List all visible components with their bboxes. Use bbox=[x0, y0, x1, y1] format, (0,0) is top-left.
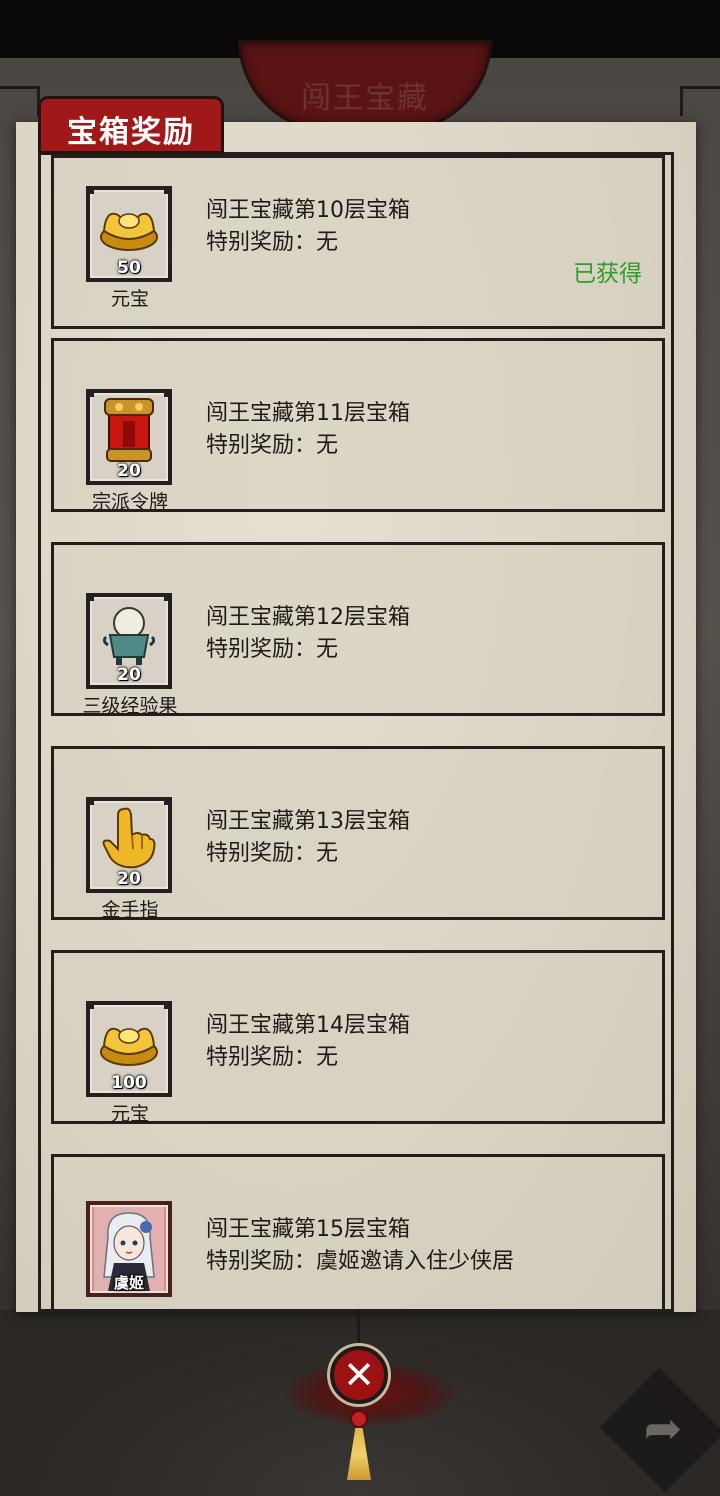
slot-corner bbox=[164, 186, 172, 194]
item-count: 100 bbox=[111, 1073, 147, 1093]
share-arrow-icon: ➦ bbox=[643, 1401, 683, 1455]
special-reward: 特别奖励：无 bbox=[206, 230, 339, 255]
reward-row-11: 20 宗派令牌 闯王宝藏第11层宝箱 特别奖励：无 bbox=[51, 338, 665, 513]
special-reward: 特别奖励：虞姬邀请入住少侠居 bbox=[206, 1249, 515, 1274]
slot-corner bbox=[164, 1001, 172, 1009]
reward-row-14: 100 元宝 闯王宝藏第14层宝箱 特别奖励：无 bbox=[51, 950, 665, 1125]
close-button-string bbox=[357, 1310, 360, 1350]
item-count: 20 bbox=[117, 665, 141, 685]
reward-item-slot[interactable]: 20 bbox=[86, 593, 172, 689]
experience-fruit-icon bbox=[96, 603, 162, 665]
reward-row-13: 20 金手指 闯王宝藏第13层宝箱 特别奖励：无 bbox=[51, 746, 665, 921]
slot-corner bbox=[164, 797, 172, 805]
sect-token-icon bbox=[96, 398, 162, 462]
frame-ornament-left bbox=[0, 86, 40, 116]
frame-ornament-right bbox=[680, 86, 720, 116]
item-name: 元宝 bbox=[110, 288, 149, 310]
reward-item-slot[interactable]: 50 bbox=[86, 186, 172, 282]
page-title: 闯王宝藏 bbox=[301, 81, 429, 116]
special-reward: 特别奖励：无 bbox=[206, 433, 339, 458]
slot-corner bbox=[86, 389, 94, 397]
item-count: 20 bbox=[117, 461, 141, 481]
gold-ingot-icon bbox=[96, 196, 162, 258]
item-name: 元宝 bbox=[110, 1103, 149, 1125]
item-name: 三级经验果 bbox=[82, 695, 178, 717]
item-name: 金手指 bbox=[101, 899, 159, 921]
slot-corner bbox=[86, 593, 94, 601]
chest-title: 闯王宝藏第12层宝箱 bbox=[206, 605, 410, 630]
reward-list[interactable]: 50 元宝 闯王宝藏第10层宝箱 特别奖励：无 已获得 20 宗派令牌 闯王宝藏… bbox=[38, 152, 674, 1312]
special-reward: 特别奖励：无 bbox=[206, 1045, 339, 1070]
item-name: 宗派令牌 bbox=[91, 491, 168, 513]
slot-corner bbox=[86, 186, 94, 194]
reward-item-slot[interactable]: 20 bbox=[86, 797, 172, 893]
reward-row-12: 20 三级经验果 闯王宝藏第12层宝箱 特别奖励：无 bbox=[51, 542, 665, 717]
chest-title: 闯王宝藏第14层宝箱 bbox=[206, 1013, 410, 1038]
golden-finger-icon bbox=[96, 807, 162, 869]
reward-item-slot[interactable]: 虞姬 bbox=[86, 1201, 172, 1297]
slot-corner bbox=[86, 797, 94, 805]
chest-title: 闯王宝藏第11层宝箱 bbox=[206, 401, 410, 426]
close-icon: ✕ bbox=[343, 1353, 375, 1397]
reward-item-slot[interactable]: 100 bbox=[86, 1001, 172, 1097]
slot-corner bbox=[86, 1001, 94, 1009]
chest-title: 闯王宝藏第10层宝箱 bbox=[206, 198, 410, 223]
close-button-bead bbox=[350, 1410, 368, 1428]
close-button[interactable]: ✕ bbox=[330, 1346, 388, 1404]
reward-row-15: 虞姬 闯王宝藏第15层宝箱 特别奖励：虞姬邀请入住少侠居 bbox=[51, 1154, 665, 1309]
character-name: 虞姬 bbox=[113, 1274, 144, 1292]
tab-chest-rewards[interactable]: 宝箱奖励 bbox=[38, 96, 224, 154]
slot-corner bbox=[164, 593, 172, 601]
status-badge: 已获得 bbox=[573, 261, 642, 287]
gold-ingot-icon bbox=[96, 1011, 162, 1073]
item-count: 50 bbox=[117, 258, 141, 278]
slot-corner bbox=[164, 389, 172, 397]
chest-title: 闯王宝藏第15层宝箱 bbox=[206, 1217, 410, 1242]
special-reward: 特别奖励：无 bbox=[206, 841, 339, 866]
item-count: 20 bbox=[117, 869, 141, 889]
reward-item-slot[interactable]: 20 bbox=[86, 389, 172, 485]
reward-row-10: 50 元宝 闯王宝藏第10层宝箱 特别奖励：无 已获得 bbox=[51, 155, 665, 329]
special-reward: 特别奖励：无 bbox=[206, 637, 339, 662]
tab-chest-rewards-label: 宝箱奖励 bbox=[67, 115, 195, 150]
chest-title: 闯王宝藏第13层宝箱 bbox=[206, 809, 410, 834]
